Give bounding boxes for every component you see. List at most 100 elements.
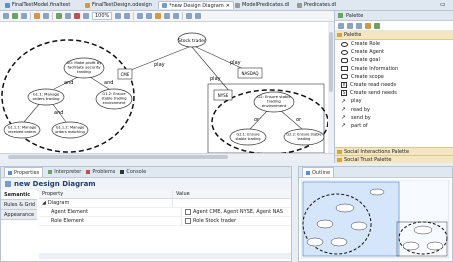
table-row[interactable]: Agent Element Agent CME, Agent NYSE, Age…	[39, 208, 291, 217]
tab-problems[interactable]: Problems	[86, 169, 115, 175]
edge-and[interactable]	[23, 102, 41, 123]
close-icon[interactable]: ✕	[226, 3, 230, 9]
grid-icon[interactable]	[195, 13, 202, 19]
palette-item[interactable]: Create scope	[335, 73, 453, 81]
diagram-canvas[interactable]: play play play and and and or or Stock t…	[0, 22, 335, 155]
zoom-in-icon[interactable]	[115, 13, 122, 19]
table-row[interactable]: ◢ Diagram	[39, 199, 291, 208]
line-style-icon[interactable]	[173, 13, 180, 19]
folder-icon	[337, 157, 342, 162]
zoom-in-tool-icon[interactable]	[347, 22, 353, 29]
tab-model-predicates[interactable]: ModelPredicates.dl	[232, 1, 292, 9]
palette-item-label: Create send needs	[350, 90, 397, 97]
agent-label: NYSE	[218, 93, 229, 98]
canvas-horizontal-scrollbar[interactable]	[0, 153, 334, 160]
needs-icon: S	[341, 90, 347, 97]
select-icon[interactable]	[3, 13, 9, 19]
zoom-combo[interactable]: 100%	[92, 12, 113, 20]
model-file-icon	[5, 2, 10, 8]
odesign-file-icon	[85, 2, 90, 8]
minimize-icon[interactable]: ▭	[440, 1, 446, 8]
outline-node	[335, 203, 355, 213]
layout-icon[interactable]	[21, 13, 27, 19]
palette-drawer-social-interactions[interactable]: Social Interactions Palette	[335, 147, 453, 155]
category-rules-grid[interactable]: Rules & Grid	[1, 200, 37, 210]
palette-item-label: Create Role	[351, 41, 380, 48]
expand-triangle-icon[interactable]: ◢	[42, 200, 46, 206]
pin-icon[interactable]	[56, 13, 62, 19]
table-row[interactable]: Role Element Role Stock trader	[39, 217, 291, 226]
palette-item[interactable]: ↗ read by	[335, 106, 453, 114]
connection-arrow-icon: ↗	[341, 122, 347, 130]
palette-item[interactable]: ↗ play	[335, 97, 453, 105]
diagram-file-icon	[162, 3, 167, 8]
goal-label: G1.1.1: Manage	[8, 126, 37, 130]
font-icon[interactable]	[137, 13, 144, 19]
palette-item[interactable]: Create Agent	[335, 48, 453, 56]
fill-color-icon[interactable]	[155, 13, 162, 19]
palette-items: Create Role Create Agent Create goal Create…	[335, 40, 453, 130]
tab-console[interactable]: Console	[120, 169, 146, 175]
filter-icon[interactable]	[34, 13, 40, 19]
scroll-thumb[interactable]	[329, 32, 333, 92]
goal-label: G2.1: Ensure	[236, 133, 260, 137]
connection-arrow-icon: ↗	[341, 97, 347, 105]
oval-icon	[341, 41, 348, 47]
zoom-out-tool-icon[interactable]	[356, 22, 362, 29]
checkbox-icon	[185, 218, 191, 224]
diagram-svg[interactable]: play play play and and and or or Stock t…	[0, 22, 334, 155]
category-semantic[interactable]: Semantic	[1, 190, 37, 200]
palette-item[interactable]: ↗ send by	[335, 114, 453, 122]
properties-horizontal-scrollbar[interactable]	[39, 253, 291, 259]
note-tool-icon[interactable]	[365, 22, 371, 29]
tab-properties[interactable]: Properties	[4, 167, 44, 177]
palette-item[interactable]: Create Information	[335, 65, 453, 73]
palette-item-label: Create scope	[351, 73, 384, 80]
export-icon[interactable]	[186, 13, 193, 19]
palette-item-label: Create Information	[351, 65, 399, 72]
palette-drawer-social-trust[interactable]: Social Trust Palette	[335, 155, 453, 163]
console-icon	[120, 170, 125, 174]
edge-label-play: play	[230, 60, 241, 66]
delete-icon[interactable]	[74, 13, 80, 19]
scroll-thumb[interactable]	[8, 155, 228, 159]
palette-item[interactable]: R Create read needs	[335, 81, 453, 89]
line-color-icon[interactable]	[164, 13, 171, 19]
hide-icon[interactable]	[65, 13, 71, 19]
pin-tool-icon[interactable]	[374, 22, 380, 29]
tab-predicates[interactable]: Predicates.dl	[294, 1, 339, 9]
goal-label: orders trading	[33, 96, 61, 101]
refresh-icon[interactable]	[83, 13, 89, 19]
palette-item[interactable]: ↗ part of	[335, 122, 453, 130]
layers-icon[interactable]	[43, 13, 49, 19]
palette-item[interactable]: Create Role	[335, 40, 453, 48]
select-tool-icon[interactable]	[338, 22, 344, 29]
rounded-rect-icon	[341, 74, 348, 80]
palette-drawer[interactable]: Palette	[335, 31, 453, 40]
tab-finaltest-model[interactable]: FinalTestModel.finaltest	[2, 1, 73, 9]
properties-view-tabs: Properties Interpreter Problems Console	[1, 167, 291, 178]
goal-label: G2.2: Ensure stable	[286, 133, 322, 137]
zoom-out-icon[interactable]	[124, 13, 131, 19]
connection-arrow-icon: ↗	[341, 106, 347, 114]
tab-new-design-diagram[interactable]: *new Design Diagram ✕	[158, 1, 234, 9]
tab-interpreter[interactable]: Interpreter	[48, 169, 81, 175]
property-name: Diagram	[47, 200, 70, 206]
separator	[30, 12, 31, 20]
tab-odesign[interactable]: FinalTestDesign.odesign	[82, 1, 155, 9]
outline-node	[330, 237, 348, 247]
tab-outline[interactable]: Outline	[302, 167, 335, 177]
outline-thumbnail[interactable]	[301, 180, 450, 259]
outline-node	[350, 221, 368, 231]
palette-item[interactable]: Create goal	[335, 56, 453, 64]
edge-play-cme[interactable]	[125, 46, 190, 73]
edge-label-and: and	[64, 80, 73, 86]
agent-label: NASDAQ	[241, 71, 258, 76]
palette-item[interactable]: S Create send needs	[335, 89, 453, 97]
category-appearance[interactable]: Appearance	[1, 210, 37, 220]
property-value: Agent CME, Agent NYSE, Agent NAS	[193, 209, 283, 215]
dl-file-icon	[297, 2, 302, 8]
arrange-icon[interactable]	[12, 13, 18, 19]
bold-icon[interactable]	[146, 13, 153, 19]
rounded-rect-icon	[341, 57, 348, 63]
